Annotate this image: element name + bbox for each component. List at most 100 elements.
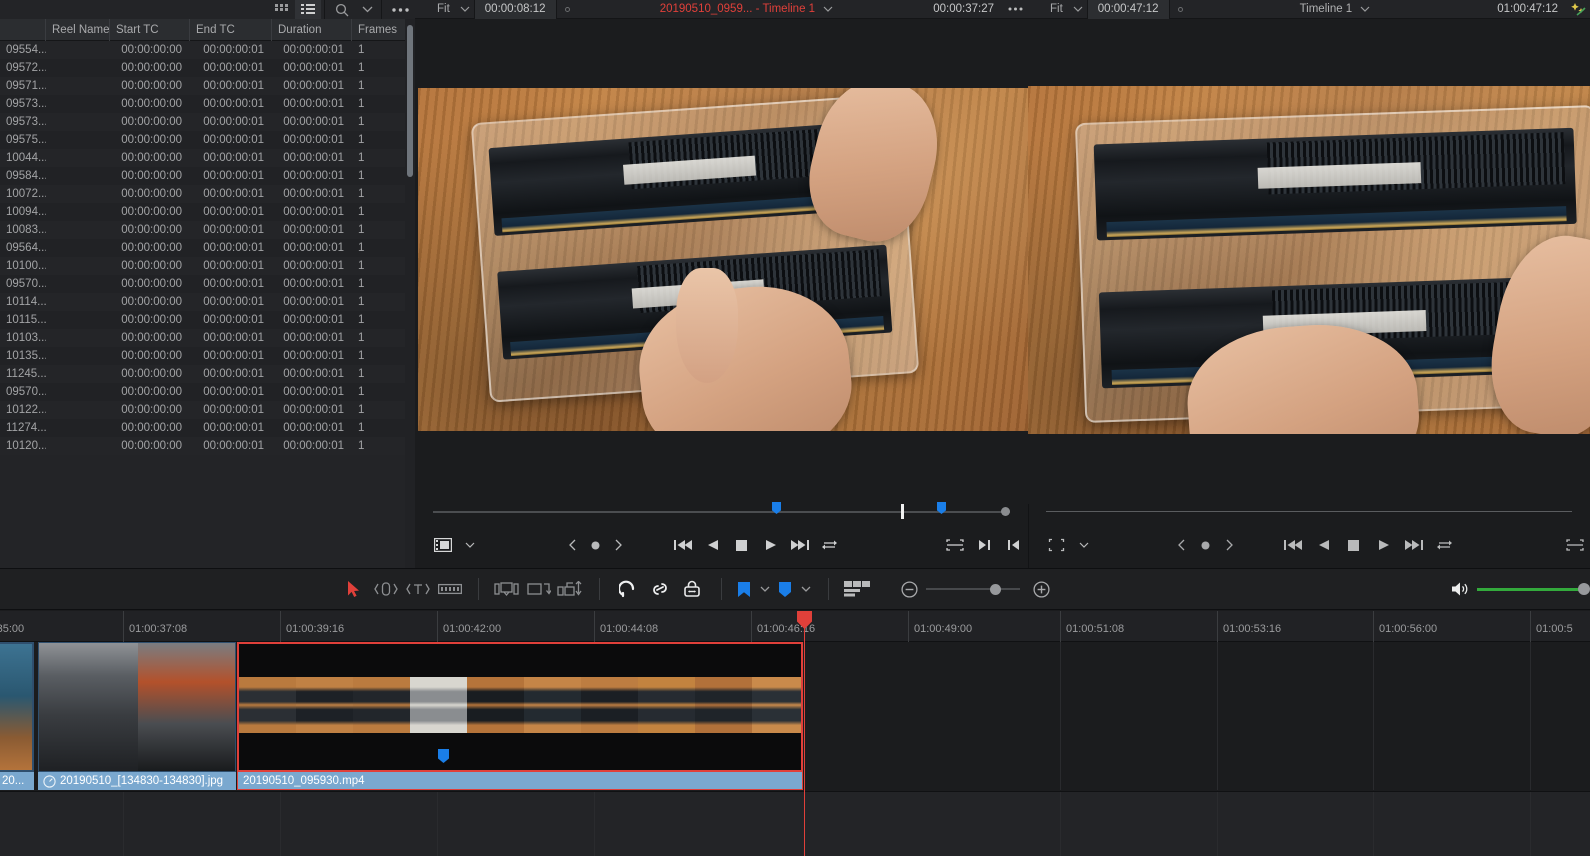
table-row[interactable]: 09572... 00:00:00:00 00:00:00:01 00:00:00:0… [0, 59, 405, 77]
dynamic-trim-mode-icon[interactable] [402, 568, 434, 610]
timeline-stop-icon[interactable] [1339, 528, 1369, 562]
volume-slider[interactable] [1476, 568, 1590, 610]
timeline-play-reverse-icon[interactable] [1308, 528, 1338, 562]
timeline-play-forward-icon[interactable] [1369, 528, 1399, 562]
table-row[interactable]: 09573... 00:00:00:00 00:00:00:01 00:00:00:0… [0, 113, 405, 131]
audio-track-1[interactable] [0, 791, 1590, 856]
volume-slider-track[interactable] [1476, 588, 1581, 591]
table-row[interactable]: 10114... 00:00:00:00 00:00:00:01 00:00:00:0… [0, 293, 405, 311]
table-row[interactable]: 11245... 00:00:00:00 00:00:00:01 00:00:00:0… [0, 365, 405, 383]
table-row[interactable]: 09584... 00:00:00:00 00:00:00:01 00:00:00:0… [0, 167, 405, 185]
table-row[interactable]: 09575... 00:00:00:00 00:00:00:01 00:00:00:0… [0, 131, 405, 149]
source-add-keyframe-icon[interactable] [584, 528, 606, 562]
timeline-frame-chevron-icon[interactable] [1075, 528, 1093, 562]
search-icon[interactable] [328, 0, 356, 19]
insert-clip-icon[interactable] [491, 568, 523, 610]
table-row[interactable]: 10083... 00:00:00:00 00:00:00:01 00:00:00:0… [0, 221, 405, 239]
zoom-in-icon[interactable] [1026, 568, 1058, 610]
volume-icon[interactable] [1445, 568, 1477, 610]
source-clip-title[interactable]: 20190510_0959... - Timeline 1 [660, 3, 815, 15]
source-match-frame-icon[interactable] [940, 528, 969, 562]
marker-chevron-down-icon[interactable] [796, 568, 817, 610]
timeline-view-options-icon[interactable] [841, 568, 873, 610]
source-next-keyframe-icon[interactable] [607, 528, 631, 562]
grid-view-icon[interactable] [269, 0, 295, 19]
linked-selection-icon[interactable] [644, 568, 676, 610]
timeline-zoom-chevron-icon[interactable] [1069, 0, 1087, 19]
flag-icon[interactable] [733, 568, 754, 610]
table-row[interactable]: 09554... 00:00:00:00 00:00:00:01 00:00:00:0… [0, 41, 405, 59]
zoom-out-icon[interactable] [893, 568, 925, 610]
scrollbar-thumb[interactable] [407, 25, 413, 177]
flag-chevron-down-icon[interactable] [754, 568, 775, 610]
timeline-zoom-slider[interactable] [925, 568, 1020, 610]
table-row[interactable]: 11274... 00:00:00:00 00:00:00:01 00:00:00:0… [0, 419, 405, 437]
source-scrub-end-dot[interactable] [1001, 507, 1010, 516]
table-row[interactable]: 09564... 00:00:00:00 00:00:00:01 00:00:00:0… [0, 239, 405, 257]
timeline-title[interactable]: Timeline 1 [1300, 3, 1353, 15]
video-track-1[interactable] [0, 642, 1590, 790]
source-filmstrip-mode-icon[interactable] [425, 528, 461, 562]
source-jump-to-end-icon[interactable] [786, 528, 815, 562]
timeline-add-keyframe-icon[interactable] [1194, 528, 1217, 562]
source-scrub-playhead[interactable] [901, 504, 904, 519]
table-row[interactable]: 10122... 00:00:00:00 00:00:00:01 00:00:00:0… [0, 401, 405, 419]
table-row[interactable]: 10103... 00:00:00:00 00:00:00:01 00:00:00:0… [0, 329, 405, 347]
table-row[interactable]: 10094... 00:00:00:00 00:00:00:01 00:00:00:0… [0, 203, 405, 221]
column-header-frames[interactable]: Frames [352, 19, 402, 41]
timeline-clip-3-selected[interactable] [237, 642, 803, 772]
source-mark-in-icon[interactable] [999, 528, 1028, 562]
source-zoom-label[interactable]: Fit [415, 0, 456, 19]
source-prev-keyframe-icon[interactable] [560, 528, 584, 562]
source-scrub-track[interactable] [433, 511, 1010, 513]
timeline-scrubber[interactable] [1028, 500, 1590, 522]
timeline-scrub-track[interactable] [1046, 511, 1572, 512]
column-header-name[interactable] [0, 18, 46, 41]
source-mark-out-icon[interactable] [969, 528, 998, 562]
table-row[interactable]: 09570... 00:00:00:00 00:00:00:01 00:00:00:0… [0, 383, 405, 401]
table-row[interactable]: 10072... 00:00:00:00 00:00:00:01 00:00:00:0… [0, 185, 405, 203]
source-more-options-icon[interactable] [1002, 0, 1028, 19]
source-scrubber[interactable] [415, 500, 1028, 522]
column-header-start-tc[interactable]: Start TC [110, 18, 190, 41]
timeline-video-area[interactable] [1028, 19, 1590, 504]
source-play-reverse-icon[interactable] [698, 528, 727, 562]
place-on-top-icon[interactable] [555, 568, 587, 610]
timeline-match-frame-icon[interactable] [1560, 528, 1590, 562]
table-row[interactable]: 10115... 00:00:00:00 00:00:00:01 00:00:00:0… [0, 311, 405, 329]
selection-mode-icon[interactable] [338, 568, 370, 610]
timeline-title-chevron-icon[interactable] [1358, 0, 1372, 19]
marker-icon[interactable] [775, 568, 796, 610]
media-pool-row-list[interactable]: 09554... 00:00:00:00 00:00:00:01 00:00:00:0… [0, 41, 405, 568]
clip-1-label[interactable]: 20... [0, 772, 34, 790]
table-row[interactable]: 10100... 00:00:00:00 00:00:00:01 00:00:00:0… [0, 257, 405, 275]
source-play-forward-icon[interactable] [757, 528, 786, 562]
more-options-icon[interactable] [385, 0, 415, 19]
timeline-zoom-label[interactable]: Fit [1028, 0, 1069, 19]
source-title-chevron-icon[interactable] [821, 0, 835, 19]
source-video-area[interactable] [415, 19, 1028, 504]
lock-track-icon[interactable] [676, 568, 708, 610]
enhanced-viewer-icon[interactable] [1566, 0, 1590, 19]
source-jump-to-start-icon[interactable] [669, 528, 698, 562]
volume-slider-handle[interactable] [1578, 583, 1590, 595]
timeline-loop-icon[interactable] [1429, 528, 1459, 562]
zoom-slider-track[interactable] [925, 588, 1020, 590]
table-row[interactable]: 09571... 00:00:00:00 00:00:00:01 00:00:00:0… [0, 77, 405, 95]
source-current-timecode[interactable]: 00:00:08:12 [473, 0, 557, 19]
snapping-icon[interactable] [612, 568, 644, 610]
timeline-frame-mode-icon[interactable] [1038, 528, 1075, 562]
table-row[interactable]: 10120... 00:00:00:00 00:00:00:01 00:00:00:0… [0, 437, 405, 455]
timeline-next-keyframe-icon[interactable] [1217, 528, 1242, 562]
source-filmstrip-chevron-icon[interactable] [461, 528, 478, 562]
column-header-reel-name[interactable]: Reel Name [46, 18, 110, 41]
timeline-playhead[interactable] [797, 611, 812, 856]
list-view-icon[interactable] [295, 0, 321, 19]
table-row[interactable]: 10044... 00:00:00:00 00:00:00:01 00:00:00:0… [0, 149, 405, 167]
source-stop-icon[interactable] [727, 528, 756, 562]
column-header-end-tc[interactable]: End TC [190, 18, 272, 41]
chevron-down-icon[interactable] [356, 0, 378, 19]
overwrite-clip-icon[interactable] [523, 568, 555, 610]
table-row[interactable]: 09570... 00:00:00:00 00:00:00:01 00:00:00:0… [0, 275, 405, 293]
clip-3-label[interactable]: 20190510_095930.mp4 [237, 772, 803, 790]
